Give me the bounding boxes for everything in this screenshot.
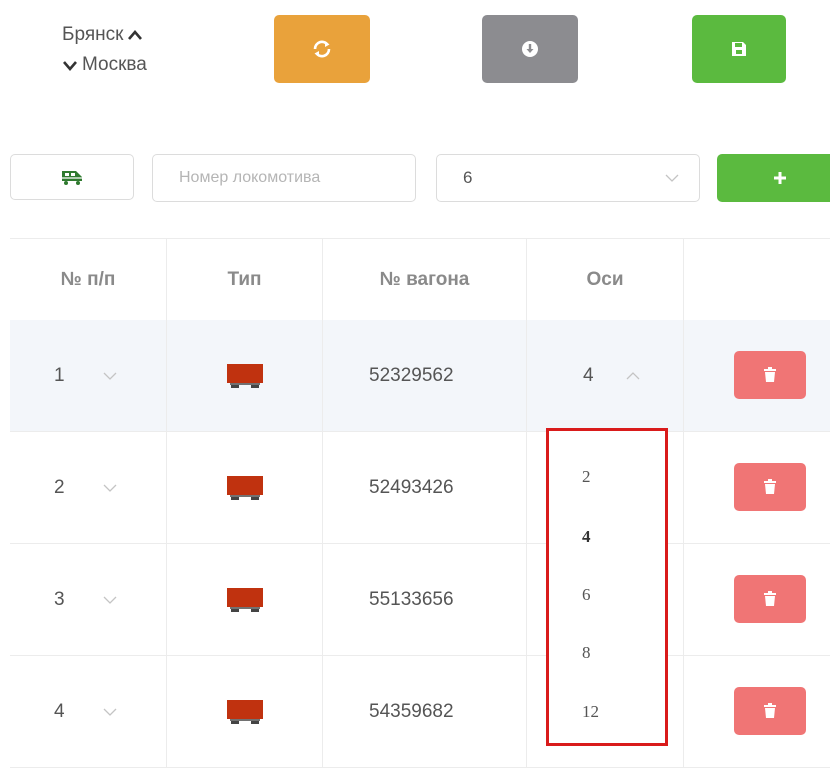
axle-option[interactable]: 8 [582, 643, 591, 663]
chevron-up-icon[interactable] [127, 29, 143, 41]
wagon-icon [226, 587, 263, 612]
header-wagon: № вагона [323, 239, 527, 321]
row-axle-select[interactable]: 4 [527, 320, 684, 431]
delete-button[interactable] [734, 687, 806, 735]
row-num-select[interactable]: 3 [10, 544, 167, 655]
row-actions [684, 320, 830, 431]
chevron-down-icon[interactable] [62, 59, 78, 71]
row-wagon-number: 54359682 [323, 656, 527, 767]
row-num: 3 [54, 588, 65, 610]
header-actions [684, 239, 830, 321]
row-num-select[interactable]: 2 [10, 432, 167, 543]
header-num: № п/п [10, 239, 167, 321]
route-switcher: Брянск Москва [62, 20, 147, 80]
delete-button[interactable] [734, 575, 806, 623]
axle-select-value: 6 [463, 168, 473, 187]
plus-icon [773, 172, 786, 184]
chevron-down-icon [665, 174, 679, 182]
row-type [167, 656, 323, 767]
wagon-icon [226, 363, 263, 388]
wagon-icon [226, 475, 263, 500]
locomotive-button[interactable] [10, 154, 134, 200]
chevron-down-icon [103, 484, 117, 492]
axle-value: 4 [583, 364, 594, 386]
row-wagon-number: 52493426 [323, 432, 527, 543]
save-button[interactable] [692, 15, 786, 83]
chevron-down-icon [103, 372, 117, 380]
refresh-button[interactable] [274, 15, 370, 83]
locomotive-number-input[interactable] [152, 154, 416, 202]
row-wagon-number: 52329562 [323, 320, 527, 431]
table-header: № п/п Тип № вагона Оси [10, 238, 830, 322]
save-icon [732, 42, 746, 56]
table-row: 2 52493426 [10, 432, 830, 544]
delete-button[interactable] [734, 463, 806, 511]
row-actions [684, 544, 830, 655]
header-axles: Оси [527, 239, 684, 321]
table-row: 1 52329562 4 [10, 320, 830, 432]
download-icon [522, 41, 538, 57]
axle-option[interactable]: 12 [582, 702, 599, 722]
row-type [167, 432, 323, 543]
row-num: 2 [54, 476, 65, 498]
trash-icon [764, 479, 776, 494]
trash-icon [764, 591, 776, 606]
axle-option-selected[interactable]: 4 [582, 527, 591, 547]
add-wagon-button[interactable] [717, 154, 830, 202]
delete-button[interactable] [734, 351, 806, 399]
refresh-icon [313, 40, 331, 58]
wagon-number: 52493426 [369, 476, 454, 498]
row-num-select[interactable]: 1 [10, 320, 167, 431]
route-from-row[interactable]: Брянск [62, 20, 147, 50]
axle-option[interactable]: 2 [582, 467, 591, 487]
wagon-number: 55133656 [369, 588, 454, 610]
route-to-row[interactable]: Москва [62, 50, 147, 80]
download-button[interactable] [482, 15, 578, 83]
row-wagon-number: 55133656 [323, 544, 527, 655]
row-type [167, 320, 323, 431]
wagon-icon [226, 699, 263, 724]
chevron-down-icon [103, 708, 117, 716]
locomotive-axle-select[interactable]: 6 [436, 154, 700, 202]
route-to: Москва [82, 54, 147, 75]
axle-dropdown-menu: 2 4 6 8 12 [546, 428, 668, 746]
row-actions [684, 656, 830, 767]
row-num-select[interactable]: 4 [10, 656, 167, 767]
row-actions [684, 432, 830, 543]
axle-option[interactable]: 6 [582, 585, 591, 605]
row-num: 1 [54, 364, 65, 386]
header-type: Тип [167, 239, 323, 321]
chevron-up-icon [626, 371, 640, 379]
row-num: 4 [54, 700, 65, 722]
table-row: 3 55133656 [10, 544, 830, 656]
locomotive-icon [62, 171, 82, 185]
trash-icon [764, 703, 776, 718]
trash-icon [764, 367, 776, 382]
row-type [167, 544, 323, 655]
wagon-number: 54359682 [369, 700, 454, 722]
table-row: 4 54359682 [10, 656, 830, 768]
route-from: Брянск [62, 24, 124, 45]
chevron-down-icon [103, 596, 117, 604]
wagon-number: 52329562 [369, 364, 454, 386]
